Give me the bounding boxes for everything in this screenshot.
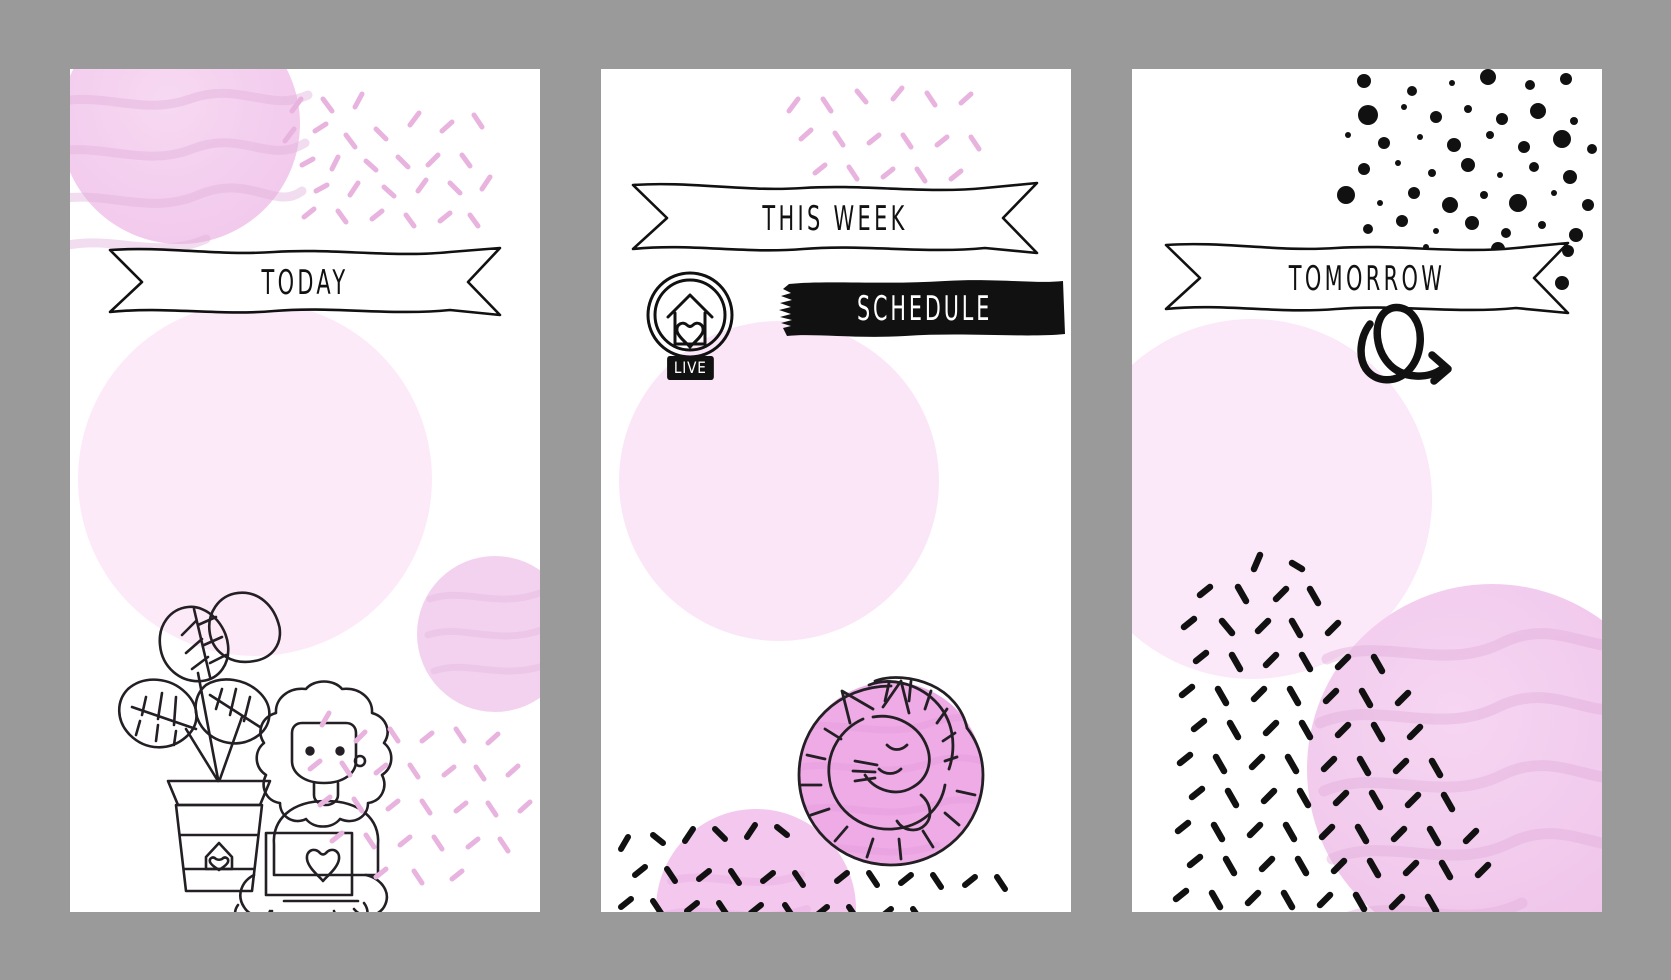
pink-sprinkles-bottom-right (70, 69, 540, 912)
sleeping-cat-illustration (601, 69, 1071, 912)
tomorrow-card[interactable]: TOMORROW (1131, 68, 1602, 912)
this-week-card[interactable]: THIS WEEK LIVE SCHEDULE (600, 68, 1071, 912)
today-card[interactable]: TODAY (69, 68, 540, 912)
story-template-board: TODAY THIS WEEK LIVE SCHEDULE TOMORROW (0, 0, 1671, 980)
black-dashes-bottom (1132, 69, 1602, 912)
